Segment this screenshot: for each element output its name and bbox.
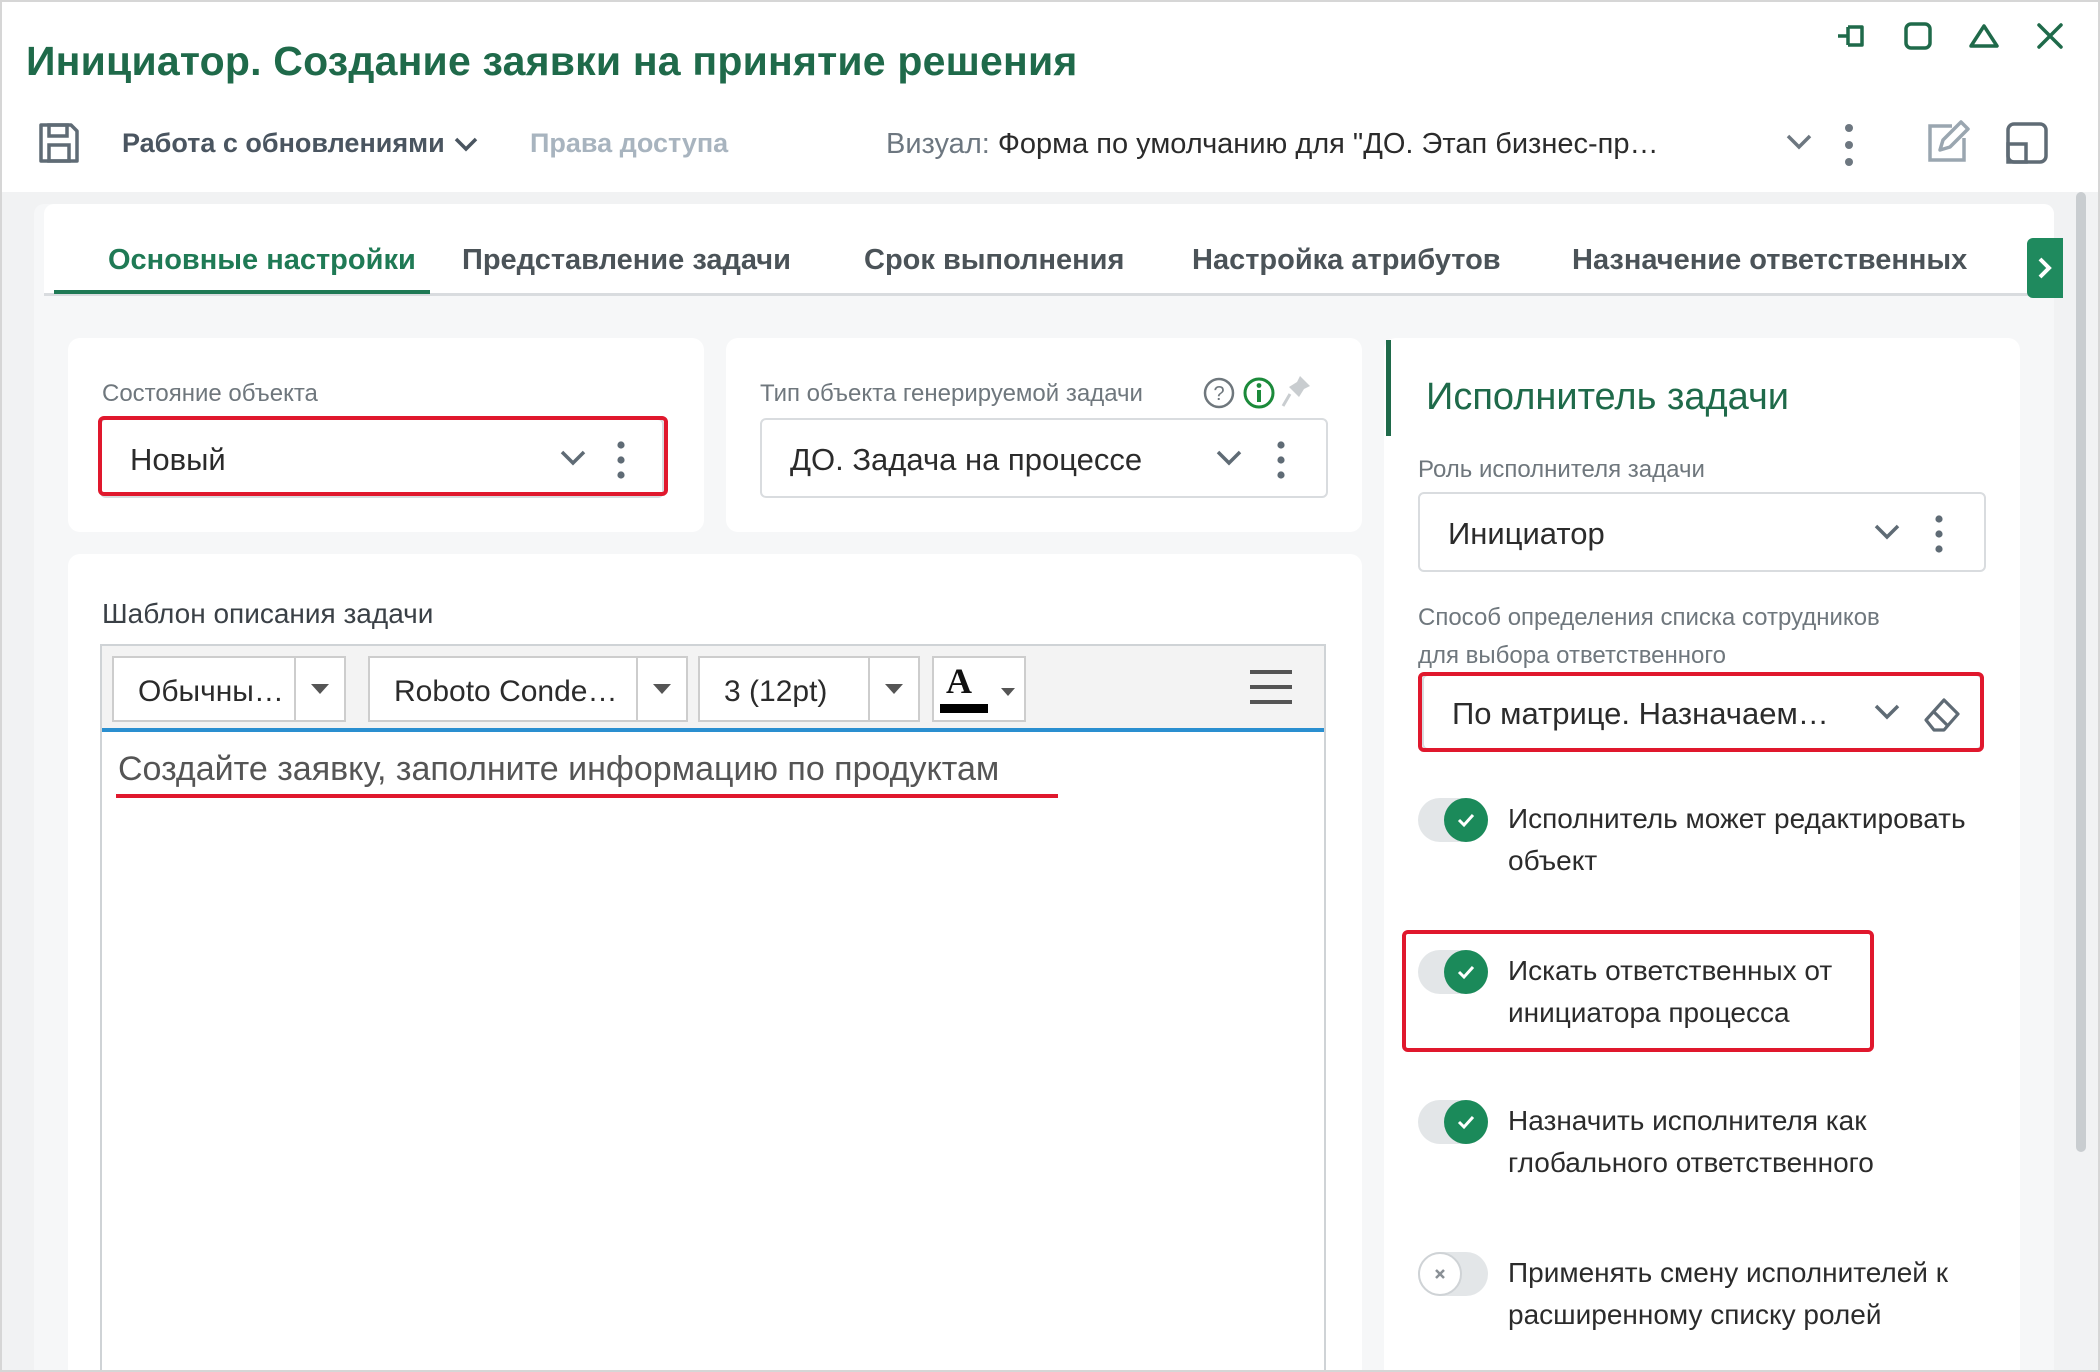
close-icon[interactable]: [2032, 16, 2068, 56]
collapse-icon[interactable]: [1966, 16, 2002, 56]
app-window: Инициатор. Создание заявки на принятие р…: [0, 0, 2100, 1372]
tab-responsibles[interactable]: Назначение ответственных: [1572, 244, 1967, 277]
visual-value: Форма по умолчанию для "ДО. Этап бизнес-…: [997, 128, 1659, 160]
caret-down-icon: [636, 658, 686, 720]
access-rights-link[interactable]: Права доступа: [530, 128, 728, 159]
chevron-down-icon: [454, 137, 477, 151]
template-label: Шаблон описания задачи: [102, 598, 434, 629]
toggle-label: Искать ответственных от инициатора проце…: [1508, 955, 1833, 1028]
object-state-value: Новый: [130, 442, 226, 477]
paragraph-style-value: Обычны…: [138, 675, 284, 708]
edit-form-icon[interactable]: [1922, 118, 1972, 173]
font-size-dropdown[interactable]: 3 (12pt): [698, 656, 920, 722]
more-vertical-icon[interactable]: [1932, 512, 1946, 561]
updates-menu-label: Работа с обновлениями: [122, 128, 445, 158]
tab-main-settings[interactable]: Основные настройки: [108, 244, 416, 277]
method-label-line1: Способ определения списка сотрудников: [1418, 604, 1880, 631]
toggle-label: Применять смену исполнителей к расширенн…: [1508, 1257, 1948, 1330]
method-select[interactable]: По матрице. Назначаем…: [1422, 674, 1982, 750]
method-label-line2: для выбора ответственного: [1418, 642, 1726, 669]
task-type-value: ДО. Задача на процессе: [790, 442, 1143, 477]
highlight-underline: [116, 794, 1058, 798]
rich-text-editor: Обычны… Roboto Conde… 3 (12pt) A Создайт…: [100, 644, 1326, 1370]
more-vertical-icon[interactable]: [1274, 438, 1288, 487]
chevron-right-icon: [2038, 257, 2052, 279]
font-size-value: 3 (12pt): [724, 675, 828, 708]
method-value: По матрице. Назначаем…: [1452, 696, 1829, 731]
editor-content[interactable]: Создайте заявку, заполните информацию по…: [118, 750, 999, 789]
more-vertical-icon[interactable]: [614, 438, 628, 487]
chevron-down-icon: [1872, 698, 1902, 729]
window-controls: [1834, 16, 2068, 56]
caret-down-icon: [1000, 684, 1016, 702]
more-menu-icon[interactable]: [1248, 666, 1294, 713]
toggle-can-edit[interactable]: [1418, 798, 1488, 842]
tab-attributes[interactable]: Настройка атрибутов: [1192, 244, 1501, 277]
svg-text:?: ?: [1213, 383, 1224, 405]
executor-role-label: Роль исполнителя задачи: [1418, 456, 1705, 483]
help-icon[interactable]: ?: [1202, 376, 1236, 415]
toggle-global-responsible[interactable]: [1418, 1100, 1488, 1144]
toggle-label: Назначить исполнителя как глобального от…: [1508, 1105, 1874, 1178]
editor-toolbar: Обычны… Roboto Conde… 3 (12pt) A: [102, 646, 1324, 732]
scrollbar-thumb[interactable]: [2076, 192, 2086, 1152]
tab-task-view[interactable]: Представление задачи: [462, 244, 791, 277]
task-type-select[interactable]: ДО. Задача на процессе: [760, 418, 1328, 498]
toolbar: Работа с обновлениями Права доступа Визу…: [2, 110, 2098, 186]
executor-role-select[interactable]: Инициатор: [1418, 492, 1986, 572]
visual-selector[interactable]: Визуал: Форма по умолчанию для "ДО. Этап…: [886, 128, 1658, 161]
section-accent-bar: [1386, 340, 1391, 436]
tab-deadline[interactable]: Срок выполнения: [864, 244, 1124, 277]
x-icon: [1418, 1252, 1462, 1296]
more-vertical-icon[interactable]: [1842, 120, 1856, 175]
executor-role-value: Инициатор: [1448, 516, 1605, 551]
paragraph-style-dropdown[interactable]: Обычны…: [112, 656, 346, 722]
font-color-button[interactable]: A: [932, 656, 1026, 722]
tabs-scroll-right-button[interactable]: [2027, 238, 2063, 298]
font-family-dropdown[interactable]: Roboto Conde…: [368, 656, 688, 722]
window-title: Инициатор. Создание заявки на принятие р…: [26, 38, 1078, 84]
caret-down-icon: [294, 658, 344, 720]
executor-section-title: Исполнитель задачи: [1426, 376, 1790, 418]
eraser-icon[interactable]: [1920, 692, 1964, 739]
toggle-label: Исполнитель может редактировать объект: [1508, 803, 1966, 876]
active-tab-indicator: [54, 290, 430, 294]
visual-label: Визуал:: [886, 128, 990, 160]
pin-icon[interactable]: [1280, 372, 1314, 415]
info-icon[interactable]: [1242, 376, 1276, 415]
task-type-label: Тип объекта генерируемой задачи: [760, 380, 1143, 407]
toggle-extended-roles[interactable]: [1418, 1252, 1488, 1296]
chevron-down-icon[interactable]: [1784, 128, 1814, 159]
check-icon: [1444, 950, 1488, 994]
chevron-down-icon: [1872, 518, 1902, 549]
caret-down-icon: [868, 658, 918, 720]
layout-icon[interactable]: [2002, 118, 2052, 173]
font-color-swatch: [940, 704, 988, 713]
tab-bar: Основные настройки Представление задачи …: [44, 204, 2063, 298]
check-icon: [1444, 798, 1488, 842]
object-state-select[interactable]: Новый: [100, 418, 664, 498]
pin-window-icon[interactable]: [1834, 16, 1870, 56]
updates-menu[interactable]: Работа с обновлениями: [122, 128, 479, 159]
chevron-down-icon: [558, 444, 588, 475]
chevron-down-icon: [1214, 444, 1244, 475]
font-color-glyph: A: [946, 661, 972, 701]
font-family-value: Roboto Conde…: [394, 675, 618, 708]
vertical-scrollbar[interactable]: [2074, 192, 2088, 1172]
object-state-label: Состояние объекта: [102, 380, 318, 407]
check-icon: [1444, 1100, 1488, 1144]
maximize-icon[interactable]: [1900, 16, 1936, 56]
toggle-search-from-initiator[interactable]: [1418, 950, 1488, 994]
save-icon[interactable]: [34, 118, 84, 168]
